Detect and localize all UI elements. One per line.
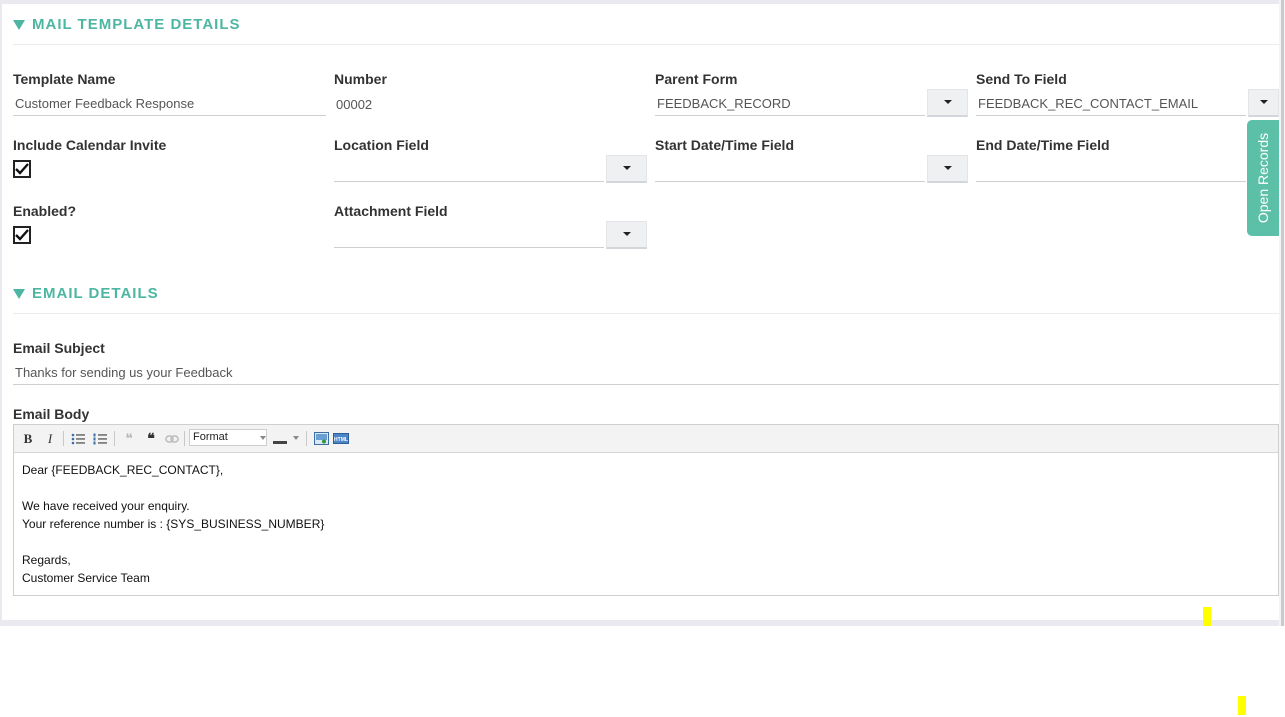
template-name-input[interactable] [13, 92, 326, 116]
section-divider [13, 44, 1279, 45]
bulleted-list-icon[interactable] [69, 430, 87, 447]
email-body-line: We have received your enquiry. [22, 499, 190, 513]
unlink-icon[interactable]: ❝ [120, 430, 138, 447]
number-input [334, 92, 647, 116]
end-datetime-field-input[interactable] [976, 158, 1246, 182]
email-subject-input[interactable] [13, 361, 1279, 385]
text-color-dropdown-arrow-icon[interactable] [293, 436, 299, 440]
email-subject-label: Email Subject [13, 340, 105, 356]
section-title: MAIL TEMPLATE DETAILS [32, 15, 241, 33]
location-field-dropdown-button[interactable] [606, 155, 647, 183]
italic-icon[interactable]: I [42, 430, 58, 447]
open-records-label: Open Records [1255, 132, 1271, 224]
start-datetime-field-label: Start Date/Time Field [655, 137, 795, 153]
yellow-marker [1203, 607, 1211, 626]
enabled-checkbox[interactable] [13, 226, 31, 244]
numbered-list-icon[interactable] [91, 430, 109, 447]
include-calendar-invite-checkbox[interactable] [13, 160, 31, 178]
toolbar-separator [184, 431, 185, 446]
editor-toolbar: B I ❝ ❝ Format HTML [14, 425, 1278, 453]
format-dropdown-arrow-icon[interactable] [260, 436, 266, 440]
send-to-field-dropdown-button[interactable] [1248, 89, 1279, 117]
caret-down-icon [622, 166, 631, 170]
open-records-tab[interactable]: Open Records [1247, 120, 1279, 236]
collapse-triangle-icon[interactable] [13, 288, 25, 299]
start-datetime-field-dropdown-button[interactable] [927, 155, 968, 183]
email-body-line [22, 533, 324, 551]
location-field-input[interactable] [334, 158, 604, 182]
blockquote-icon[interactable]: ❝ [142, 430, 160, 447]
link-icon[interactable] [163, 430, 181, 447]
email-body-line: Dear {FEEDBACK_REC_CONTACT}, [22, 463, 224, 477]
toolbar-separator [306, 431, 307, 446]
location-field-label: Location Field [334, 137, 429, 153]
email-body-line: Customer Service Team [22, 571, 150, 585]
email-body-label: Email Body [13, 406, 90, 422]
parent-form-dropdown-button[interactable] [927, 89, 968, 117]
text-color-icon[interactable] [271, 430, 289, 447]
section-mail-template-details[interactable]: MAIL TEMPLATE DETAILS [13, 13, 241, 35]
number-label: Number [334, 71, 387, 87]
parent-form-label: Parent Form [655, 71, 738, 87]
parent-form-input[interactable] [655, 92, 925, 116]
attachment-field-label: Attachment Field [334, 203, 448, 219]
html-source-icon[interactable]: HTML [332, 430, 350, 447]
attachment-field-dropdown-button[interactable] [606, 221, 647, 249]
email-body-content[interactable]: Dear {FEEDBACK_REC_CONTACT}, We have rece… [22, 461, 324, 587]
caret-down-icon [943, 166, 952, 170]
svg-text:HTML: HTML [334, 437, 348, 443]
template-name-label: Template Name [13, 71, 116, 87]
section-title: EMAIL DETAILS [32, 284, 159, 302]
toolbar-separator [63, 431, 64, 446]
email-body-line: Your reference number is : {SYS_BUSINESS… [22, 517, 325, 531]
enabled-label: Enabled? [13, 203, 77, 219]
send-to-field-input[interactable] [976, 92, 1246, 116]
section-email-details[interactable]: EMAIL DETAILS [13, 282, 159, 304]
vertical-scrollbar[interactable] [1281, 0, 1284, 626]
format-select[interactable]: Format [189, 429, 267, 446]
send-to-field-label: Send To Field [976, 71, 1067, 87]
email-body-line [22, 479, 324, 497]
collapse-triangle-icon[interactable] [13, 19, 25, 30]
yellow-marker [1238, 696, 1246, 715]
start-datetime-field-input[interactable] [655, 158, 925, 182]
end-datetime-field-label: End Date/Time Field [976, 137, 1110, 153]
image-icon[interactable] [312, 430, 330, 447]
caret-down-icon [622, 232, 631, 236]
caret-down-icon [1259, 100, 1268, 104]
email-body-line: Regards, [22, 553, 71, 567]
checkmark-icon [15, 163, 29, 175]
checkmark-icon [15, 229, 29, 241]
toolbar-separator [114, 431, 115, 446]
bold-icon[interactable]: B [20, 430, 36, 447]
email-body-editor[interactable]: B I ❝ ❝ Format HTML Dear {FEEDBACK_REC_C… [13, 424, 1279, 596]
include-calendar-invite-label: Include Calendar Invite [13, 137, 167, 153]
section-divider [13, 313, 1279, 314]
caret-down-icon [943, 100, 952, 104]
attachment-field-input[interactable] [334, 224, 604, 248]
